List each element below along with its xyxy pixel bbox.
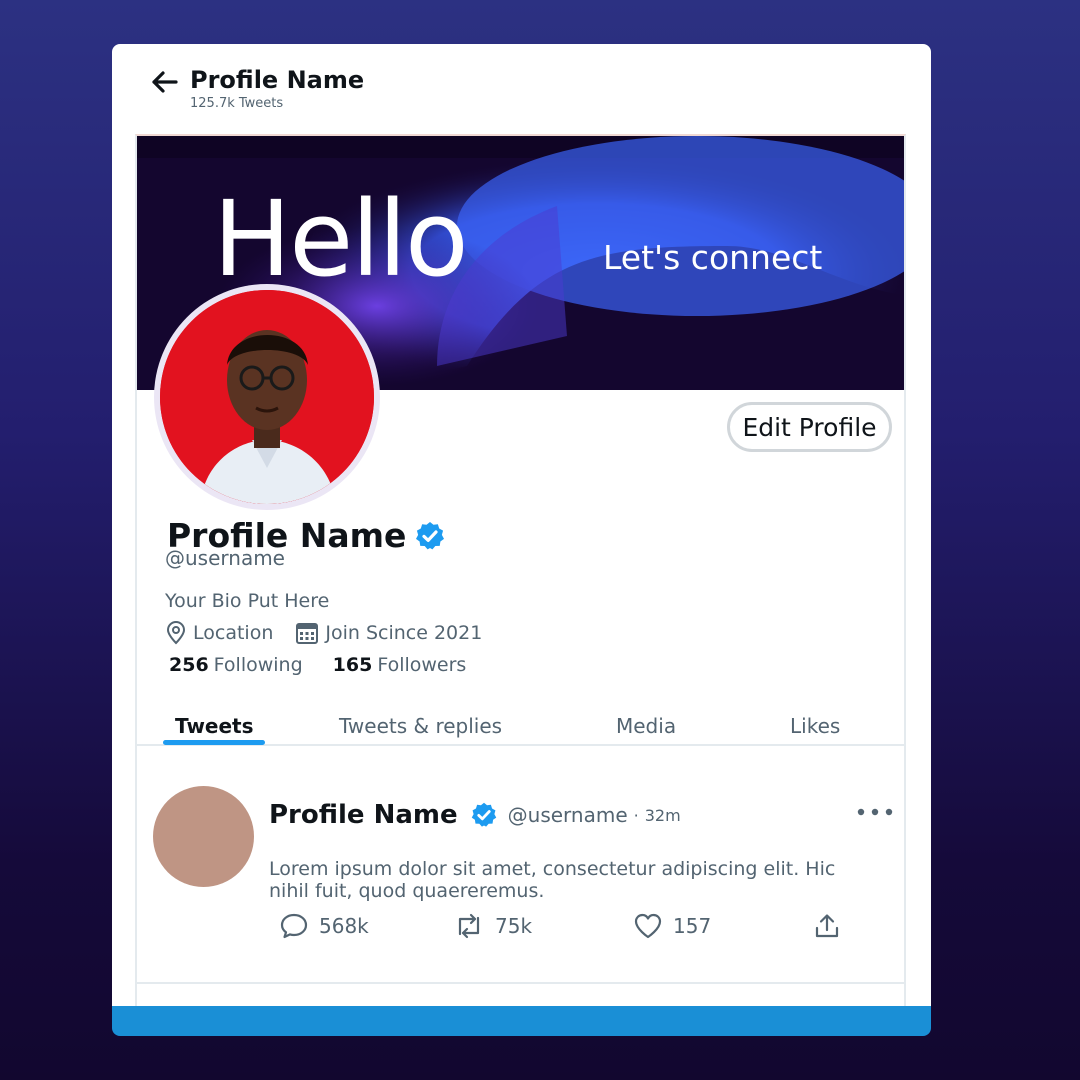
tweet-author-name[interactable]: Profile Name <box>269 800 458 830</box>
following-link[interactable]: 256 Following <box>169 654 303 676</box>
heart-icon <box>634 913 662 939</box>
joined-text: Join Scince 2021 <box>325 622 483 644</box>
following-label: Following <box>213 654 303 676</box>
avatar-photo <box>160 290 374 504</box>
retweet-count: 75k <box>495 914 533 938</box>
banner-tagline: Let's connect <box>603 238 823 277</box>
following-count: 256 <box>169 654 209 676</box>
profile-username: @username <box>165 546 285 570</box>
tweet-actions: 568k 75k 157 <box>279 912 879 946</box>
verified-badge-icon <box>471 802 496 827</box>
joined-item: Join Scince 2021 <box>295 621 482 645</box>
profile-meta: Location Join Scince 2021 <box>165 621 504 645</box>
header-title: Profile Name <box>190 66 365 94</box>
tab-tweets-replies[interactable]: Tweets & replies <box>339 714 502 738</box>
tab-likes[interactable]: Likes <box>790 714 840 738</box>
top-bar: Profile Name 125.7k Tweets <box>112 44 931 134</box>
location-text: Location <box>193 622 274 644</box>
tab-media[interactable]: Media <box>616 714 676 738</box>
profile-panel: Hello Let's connect Edit Profile Profile… <box>135 134 906 1006</box>
header-tweet-count: 125.7k Tweets <box>190 96 284 111</box>
edit-profile-button[interactable]: Edit Profile <box>727 402 892 452</box>
tab-tweets[interactable]: Tweets <box>175 714 254 738</box>
location-pin-icon <box>166 621 186 645</box>
tweet-separator: · <box>633 805 639 825</box>
tweet-author-username[interactable]: @username <box>508 803 628 827</box>
tweet-header: Profile Name @username · 32m <box>269 800 681 830</box>
calendar-icon <box>296 623 319 644</box>
retweet-icon <box>458 913 480 939</box>
tweet-text: Lorem ipsum dolor sit amet, consectetur … <box>269 858 836 902</box>
location-item: Location <box>165 621 273 645</box>
profile-bio: Your Bio Put Here <box>165 590 330 612</box>
like-button[interactable]: 157 <box>633 912 711 940</box>
reply-button[interactable]: 568k <box>279 912 369 940</box>
profile-card: Profile Name 125.7k Tweets Hello Let's c… <box>112 44 931 1006</box>
more-options-icon[interactable] <box>855 804 895 820</box>
verified-badge-icon <box>416 521 445 549</box>
person-portrait-icon <box>160 290 374 504</box>
profile-tabs: Tweets Tweets & replies Media Likes <box>137 712 904 746</box>
tweet-item[interactable]: Profile Name @username · 32m Lorem ipsum… <box>137 748 904 984</box>
share-icon <box>815 914 839 938</box>
tweet-time: 32m <box>644 805 681 825</box>
retweet-button[interactable]: 75k <box>453 912 532 940</box>
followers-count: 165 <box>332 654 373 676</box>
active-tab-indicator <box>163 740 265 745</box>
tweet-avatar[interactable] <box>153 786 254 887</box>
banner-headline: Hello <box>213 178 469 300</box>
followers-label: Followers <box>377 654 467 676</box>
follow-stats: 256 Following 165 Followers <box>169 654 496 676</box>
reply-bubble-icon <box>280 913 308 939</box>
like-count: 157 <box>673 914 712 938</box>
followers-link[interactable]: 165 Followers <box>333 654 467 676</box>
back-arrow-icon[interactable] <box>150 70 178 94</box>
share-button[interactable] <box>813 912 841 940</box>
reply-count: 568k <box>319 914 369 938</box>
avatar[interactable] <box>154 284 380 510</box>
